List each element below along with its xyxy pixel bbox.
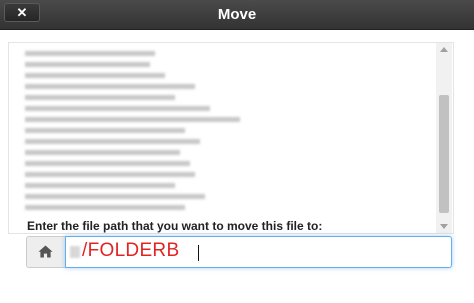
blurred-path-prefix [70, 246, 80, 258]
path-input-value: /FOLDERB [82, 240, 180, 261]
scroll-thumb[interactable] [439, 95, 449, 213]
text-caret [198, 245, 199, 261]
blurred-line [25, 139, 200, 144]
blurred-line [25, 161, 190, 166]
file-list-preview [8, 42, 454, 234]
blurred-line [25, 73, 165, 78]
destination-path-input[interactable]: /FOLDERB [65, 236, 452, 268]
scroll-down-arrow-icon[interactable] [440, 224, 448, 229]
blurred-line [25, 172, 195, 177]
blurred-line [25, 62, 150, 67]
blurred-line [25, 194, 205, 199]
path-input-group: /FOLDERB [26, 236, 452, 268]
home-icon [38, 245, 53, 258]
blurred-line [25, 51, 155, 56]
blurred-line [25, 95, 175, 100]
dialog-titlebar: ✕ Move [0, 0, 474, 30]
blurred-line [25, 183, 175, 188]
dialog-title: Move [217, 6, 257, 23]
blurred-file-names [25, 45, 255, 221]
blurred-line [25, 106, 210, 111]
dialog-body: Enter the file path that you want to mov… [0, 30, 474, 303]
path-prompt-label: Enter the file path that you want to mov… [27, 219, 323, 233]
blurred-line [25, 128, 185, 133]
blurred-line [25, 150, 180, 155]
scroll-up-arrow-icon[interactable] [440, 47, 448, 52]
blurred-line [25, 205, 185, 210]
vertical-scrollbar[interactable] [436, 43, 452, 233]
blurred-line [25, 117, 240, 122]
home-addon [26, 236, 65, 268]
blurred-line [25, 84, 195, 89]
